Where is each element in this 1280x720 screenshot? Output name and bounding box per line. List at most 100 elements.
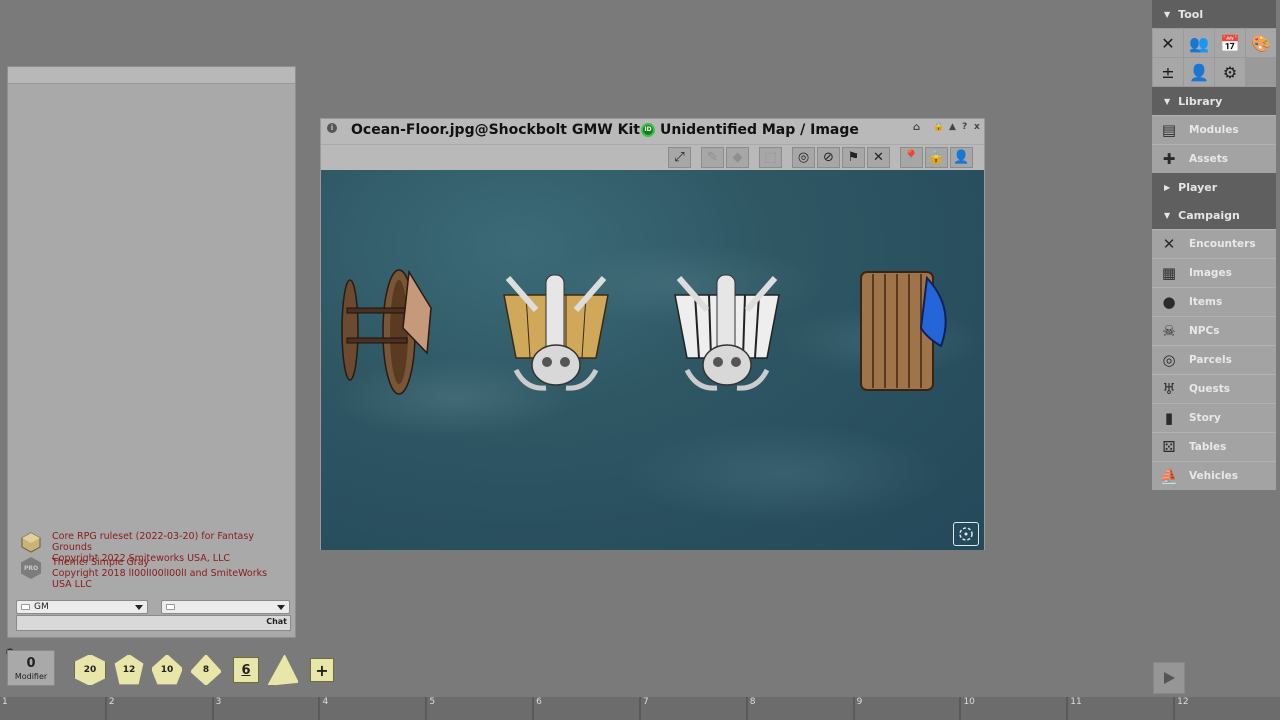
plus-icon: + [315,660,329,680]
swords-icon[interactable]: ✕ [867,147,890,168]
hotkey-slot[interactable]: 8 [747,697,855,720]
hotkey-slot[interactable]: 5 [427,697,535,720]
share-icon[interactable]: ⌂ [913,122,920,133]
player-view-icon[interactable]: 👤 [950,147,973,168]
tool-section-header[interactable]: ▼ Tool [1152,0,1276,28]
book-icon: ▤ [1161,121,1177,139]
palette-icon[interactable]: 🎨 [1246,29,1276,57]
image-window[interactable]: i Ocean-Floor.jpg@Shockbolt GMW Kit 1 ID… [320,118,985,550]
canoe-token[interactable] [339,268,439,398]
bone-ship-white-token[interactable] [667,270,787,400]
sidebar-item-story[interactable]: ▮ Story [1152,403,1276,432]
expand-window-icon[interactable]: ▲ [949,122,956,132]
chat-input[interactable] [16,615,291,631]
sidebar: ▼ Tool ✕ 👥 📅 🎨 ± 👤 ⚙ ▼ Library ▤ Modules… [1152,0,1276,490]
tome-icon: ▮ [1164,409,1174,427]
chat-header [8,67,295,84]
library-header-label: Library [1178,94,1223,108]
pin-icon[interactable]: 📍 [900,147,923,168]
d8-die[interactable]: 8 [190,654,222,686]
player-header-label: Player [1178,180,1218,194]
image-toolbar: ⤢ ✎ ◆ ⬚ ◎ ⊘ ⚑ ✕ 📍 🔒 👤 [321,144,984,170]
sidebar-item-quests[interactable]: ♅ Quests [1152,374,1276,403]
chevron-down-icon [277,605,285,610]
d10-die[interactable]: 10 [151,654,183,686]
swords-icon[interactable]: ✕ [1153,29,1183,57]
window-titlebar[interactable]: i Ocean-Floor.jpg@Shockbolt GMW Kit 1 ID… [321,119,984,144]
sidebar-item-npcs[interactable]: ☠ NPCs [1152,316,1276,345]
select-icon[interactable]: ⬚ [759,147,782,168]
hotkey-slot[interactable]: 9 [854,697,962,720]
sidebar-item-items[interactable]: ● Items [1152,287,1276,316]
mask-icon[interactable]: ⊘ [817,147,840,168]
d6-die[interactable]: 6 [233,657,259,683]
hotkey-slot[interactable]: 6 [534,697,641,720]
triangle-down-icon: ▼ [1164,96,1171,106]
person-add-icon[interactable]: 👤 [1184,58,1214,86]
custom-die-button[interactable]: + [310,658,334,682]
sidebar-item-vehicles[interactable]: ⛵ Vehicles [1152,461,1276,490]
d12-label: 12 [122,665,136,675]
puzzle-icon: ✚ [1162,150,1176,168]
identity-select-value: GM [34,602,49,612]
chat-button-label[interactable]: Chat [266,617,287,626]
expand-icon[interactable]: ⤢ [668,147,691,168]
window-title: Ocean-Floor.jpg@Shockbolt GMW Kit 1 [351,122,655,138]
map-icon: ▦ [1161,264,1177,282]
sidebar-item-assets[interactable]: ✚ Assets [1152,144,1276,173]
close-icon[interactable]: x [974,122,980,132]
play-next-button[interactable] [1153,662,1185,694]
people-icon[interactable]: 👥 [1184,29,1214,57]
hotkey-slot[interactable]: 1 [0,697,107,720]
id-badge-icon[interactable]: ID [641,123,655,137]
d20-die[interactable]: 20 [74,654,106,686]
help-icon[interactable]: ? [962,122,967,132]
hotkey-bar: 1 2 3 4 5 6 7 8 9 10 11 12 [0,697,1280,720]
sidebar-item-parcels[interactable]: ◎ Parcels [1152,345,1276,374]
language-select[interactable] [161,600,290,614]
recenter-icon[interactable] [953,522,979,546]
target-icon[interactable]: ◎ [792,147,815,168]
calendar-icon[interactable]: 📅 [1215,29,1245,57]
d12-die[interactable]: 12 [113,654,145,686]
d6-label: 6 [241,662,251,678]
paint-icon[interactable]: ✎ [701,147,724,168]
library-section-header[interactable]: ▼ Library [1152,87,1276,115]
flag-icon[interactable]: ⚑ [842,147,865,168]
sidebar-item-modules[interactable]: ▤ Modules [1152,115,1276,144]
theme-line: Theme: Simple Gray [52,557,150,568]
plus-minus-icon[interactable]: ± [1153,58,1183,86]
sidebar-item-images[interactable]: ▦ Images [1152,258,1276,287]
hotkey-slot[interactable]: 2 [106,697,214,720]
ship-icon: ⛵ [1159,467,1179,485]
player-section-header[interactable]: ▶ Player [1152,173,1276,201]
chat-bubble-icon [166,604,175,610]
bone-ship-gold-token[interactable] [496,270,616,400]
map-image[interactable] [321,170,984,550]
sidebar-item-encounters[interactable]: ✕ Encounters [1152,229,1276,258]
sidebar-item-tables[interactable]: ⚄ Tables [1152,432,1276,461]
gear-icon[interactable]: ⚙ [1215,58,1245,86]
goblet-icon: ♅ [1162,380,1176,398]
d4-die[interactable] [267,654,299,686]
wooden-raft-token[interactable] [857,268,957,396]
window-subtitle: Unidentified Map / Image [660,122,859,138]
identity-select[interactable]: GM [16,600,148,614]
coins-icon: ◎ [1162,351,1176,369]
hotkey-slot[interactable]: 4 [320,697,428,720]
hotkey-slot[interactable]: 10 [961,697,1069,720]
modifier-box[interactable]: 0 Modifier [7,650,55,686]
triangle-down-icon: ▼ [1164,9,1171,19]
theme-copyright: Copyright 2018 lI00lI00lI00lI and SmiteW… [52,568,268,590]
hotkey-slot[interactable]: 12 [1175,697,1280,720]
hotkey-slot[interactable]: 3 [213,697,321,720]
campaign-section-header[interactable]: ▼ Campaign [1152,201,1276,229]
info-icon[interactable]: i [327,123,337,133]
ruleset-line: Core RPG ruleset (2022-03-20) for Fantas… [52,531,254,553]
lock-icon[interactable]: 🔒 [933,122,944,132]
hotkey-slot[interactable]: 7 [640,697,748,720]
lock-icon[interactable]: 🔒 [925,147,948,168]
eraser-icon[interactable]: ◆ [726,147,749,168]
tool-header-label: Tool [1178,7,1204,21]
hotkey-slot[interactable]: 11 [1068,697,1176,720]
